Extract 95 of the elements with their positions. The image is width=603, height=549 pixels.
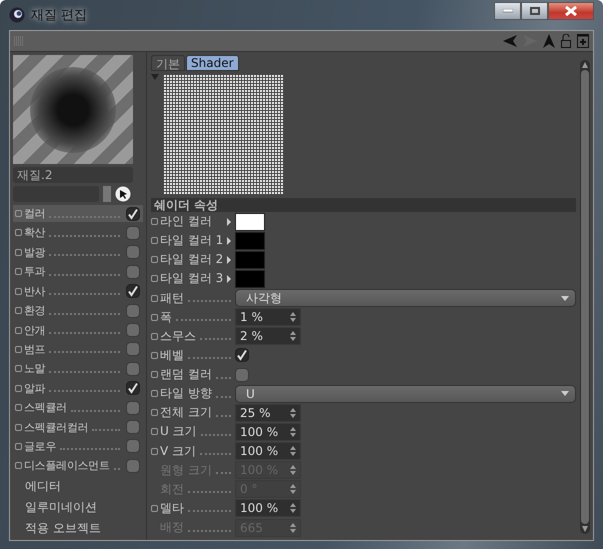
lock-icon[interactable] <box>561 34 571 48</box>
spinner-arrows-icon[interactable] <box>290 464 296 476</box>
dropdown-arrow-icon <box>561 296 569 301</box>
channel-item[interactable]: 에디터 <box>13 477 143 496</box>
new-window-icon[interactable] <box>577 34 589 48</box>
channel-item[interactable]: 알파 <box>13 380 143 396</box>
channel-item[interactable]: 안개 <box>13 322 143 338</box>
channel-item[interactable]: 스펙큘러 <box>13 399 143 416</box>
checkbox[interactable] <box>126 362 140 376</box>
checkbox[interactable] <box>126 400 140 415</box>
number-field[interactable]: 25 % <box>235 404 301 422</box>
parameter-label: U 크기 <box>160 423 197 440</box>
close-button[interactable] <box>548 2 594 20</box>
checkbox[interactable] <box>126 342 140 356</box>
checkbox[interactable] <box>126 439 140 454</box>
scroll-down-icon[interactable] <box>582 526 588 532</box>
channel-item[interactable]: 노말 <box>13 360 143 378</box>
channel-item[interactable]: 범프 <box>13 341 143 358</box>
parameter-label: 델타 <box>160 500 184 517</box>
number-field[interactable]: 100 % <box>235 422 301 441</box>
checkbox[interactable] <box>126 304 140 318</box>
spinner-arrows-icon[interactable] <box>290 311 296 324</box>
dropdown[interactable]: 사각형 <box>235 289 576 308</box>
checkbox[interactable] <box>126 284 140 298</box>
scrollbar[interactable] <box>580 60 590 534</box>
color-swatch[interactable] <box>235 232 265 250</box>
minimize-button[interactable] <box>494 2 521 20</box>
color-swatch[interactable] <box>235 250 265 269</box>
spinner-arrows-icon[interactable] <box>290 406 296 419</box>
number-field[interactable]: 2 % <box>235 327 301 346</box>
channel-item[interactable]: 스펙큘러컬러 <box>13 418 143 436</box>
number-field[interactable]: 1 % <box>235 308 301 326</box>
checkbox[interactable] <box>126 323 140 337</box>
channel-item[interactable]: 글로우 <box>13 438 143 455</box>
dropdown-arrow-icon <box>561 391 569 396</box>
channel-item[interactable]: 일루미네이션 <box>13 498 143 516</box>
maximize-icon <box>530 7 540 15</box>
parameter-label: V 크기 <box>160 442 196 460</box>
color-swatch[interactable] <box>235 270 265 288</box>
channel-item[interactable]: 디스플레이스먼트 <box>13 458 143 474</box>
material-name-field[interactable]: 재질.2 <box>13 167 133 184</box>
parameter-label: 타일 방향 <box>160 385 212 402</box>
expand-arrow-icon[interactable] <box>227 236 231 245</box>
window-title: 재질 편집 <box>31 7 88 24</box>
channel-item[interactable]: 투과 <box>13 264 143 280</box>
scroll-up-icon[interactable] <box>582 62 588 68</box>
channel-item[interactable]: 확산 <box>13 224 143 242</box>
checkbox[interactable] <box>126 226 140 240</box>
expand-arrow-icon[interactable] <box>227 256 231 264</box>
parameter-label: 폭 <box>160 308 172 326</box>
close-icon <box>565 6 577 16</box>
back-arrow-icon[interactable] <box>503 35 517 47</box>
spinner-arrows-icon[interactable] <box>290 502 296 514</box>
channel-item[interactable]: 적용 오브젝트 <box>13 519 143 538</box>
parameter-label: 타일 컬러 3 <box>160 270 224 288</box>
checkbox[interactable] <box>235 348 249 362</box>
section-header: 쉐이더 속성 <box>151 198 576 212</box>
parameter-label: 라인 컬러 <box>160 213 212 230</box>
checkbox[interactable] <box>126 458 140 473</box>
app-logo-icon <box>9 7 25 23</box>
number-field[interactable]: 100 % <box>235 499 301 518</box>
parameter-label: 랜덤 컬러 <box>160 366 212 384</box>
channel-item[interactable]: 발광 <box>13 244 143 261</box>
expand-arrow-icon[interactable] <box>227 218 231 226</box>
checkbox[interactable] <box>126 381 140 396</box>
checkbox[interactable] <box>126 206 140 221</box>
parameter-label: 베벨 <box>160 346 184 364</box>
checkbox[interactable] <box>126 264 140 279</box>
checkbox[interactable] <box>126 420 140 434</box>
up-arrow-icon[interactable] <box>543 34 555 48</box>
pointer-icon[interactable] <box>115 186 131 202</box>
checkbox[interactable] <box>235 368 249 382</box>
spinner-arrows-icon[interactable] <box>290 522 296 534</box>
grip-icon[interactable] <box>14 36 24 46</box>
checkbox[interactable] <box>126 245 140 260</box>
parameter-label: 타일 컬러 1 <box>160 232 224 250</box>
parameter-label: 전체 크기 <box>160 404 212 422</box>
spinner-arrows-icon[interactable] <box>290 426 296 438</box>
spinner-arrows-icon[interactable] <box>290 483 296 496</box>
parameter-label: 타일 컬러 2 <box>160 251 224 268</box>
dropdown[interactable]: U <box>235 384 576 403</box>
number-field[interactable]: 100 % <box>235 442 301 460</box>
channel-item[interactable]: 환경 <box>13 302 143 319</box>
maximize-button[interactable] <box>521 2 548 20</box>
channel-item[interactable]: 컬러 <box>13 205 143 222</box>
spinner-arrows-icon[interactable] <box>290 330 296 342</box>
spinner-arrows-icon[interactable] <box>290 445 296 458</box>
minimize-icon <box>502 9 512 13</box>
parameter-label: 스무스 <box>160 328 196 345</box>
color-swatch[interactable] <box>235 212 265 231</box>
tab[interactable]: Shader <box>186 55 239 71</box>
channel-item[interactable]: 반사 <box>13 282 143 300</box>
expand-arrow-icon[interactable] <box>227 274 231 283</box>
parameter-label: 패턴 <box>160 290 184 307</box>
tab[interactable]: 기본 <box>151 55 185 71</box>
